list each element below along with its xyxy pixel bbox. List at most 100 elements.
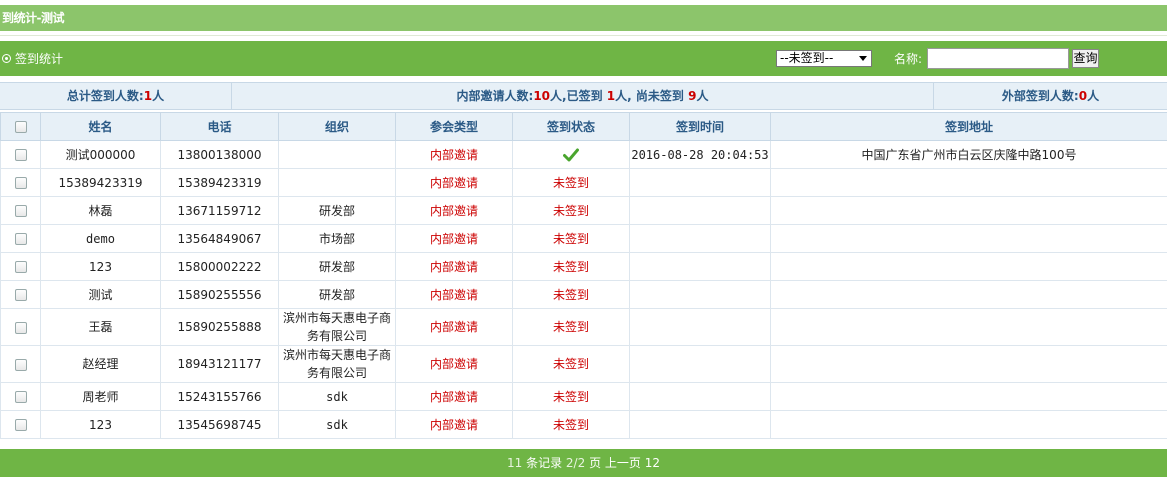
total-signin-summary: 总计签到人数:1人: [0, 83, 232, 109]
table-row: 15389423319 15389423319 内部邀请 未签到: [0, 168, 1167, 197]
records-label: 条记录: [526, 456, 563, 470]
cell-phone: 15890255556: [160, 280, 279, 309]
row-checkbox[interactable]: [14, 177, 27, 189]
cell-phone: 15890255888: [160, 308, 279, 346]
cell-phone: 13800138000: [160, 140, 279, 169]
cell-type: 内部邀请: [395, 140, 513, 169]
cell-type: 内部邀请: [395, 224, 513, 253]
cell-type: 内部邀请: [395, 308, 513, 346]
cell-type: 内部邀请: [395, 168, 513, 197]
external-count: 0: [1078, 89, 1088, 103]
pagination-bar: 11 条记录 2/2 页 上一页 12: [0, 449, 1167, 477]
table-row: 测试 15890255556 研发部 内部邀请 未签到: [0, 280, 1167, 309]
cell-phone: 18943121177: [160, 345, 279, 383]
cell-org: [278, 168, 396, 197]
column-header-phone: 电话: [160, 112, 279, 141]
table-row: 123 15800002222 研发部 内部邀请 未签到: [0, 252, 1167, 281]
cell-address: [770, 382, 1167, 411]
table-row: 123 13545698745 sdk 内部邀请 未签到: [0, 410, 1167, 439]
name-input[interactable]: [927, 48, 1069, 69]
table-row: 测试000000 13800138000 内部邀请 2016-08-28 20:…: [0, 140, 1167, 169]
column-header-address: 签到地址: [770, 112, 1167, 141]
cell-org: 滨州市每天惠电子商务有限公司: [278, 308, 396, 346]
signin-table: 姓名 电话 组织 参会类型 签到状态 签到时间 签到地址 测试000000 13…: [0, 112, 1167, 439]
column-header-status: 签到状态: [512, 112, 630, 141]
page-current-2: 2: [652, 456, 661, 470]
signed-count: 1: [606, 89, 616, 103]
cell-time: [629, 252, 771, 281]
row-checkbox[interactable]: [14, 391, 27, 403]
cell-time: [629, 308, 771, 346]
cell-status: [512, 140, 630, 169]
name-label: 名称:: [894, 52, 923, 66]
table-row: 周老师 15243155766 sdk 内部邀请 未签到: [0, 382, 1167, 411]
table-row: 林磊 13671159712 研发部 内部邀请 未签到: [0, 196, 1167, 225]
cell-name: 赵经理: [40, 345, 161, 383]
cell-org: [278, 140, 396, 169]
page-info: 2/2: [565, 456, 586, 470]
row-checkbox[interactable]: [14, 419, 27, 431]
row-checkbox[interactable]: [14, 233, 27, 245]
table-row: 王磊 15890255888 滨州市每天惠电子商务有限公司 内部邀请 未签到: [0, 308, 1167, 346]
cell-status: 未签到: [512, 308, 630, 346]
cell-name: 123: [40, 410, 161, 439]
cell-address: [770, 252, 1167, 281]
cell-address: 中国广东省广州市白云区庆隆中路100号: [770, 140, 1167, 169]
table-header-row: 姓名 电话 组织 参会类型 签到状态 签到时间 签到地址: [0, 112, 1167, 141]
cell-org: 滨州市每天惠电子商务有限公司: [278, 345, 396, 383]
cell-address: [770, 280, 1167, 309]
cell-phone: 13564849067: [160, 224, 279, 253]
section-label-text: 签到统计: [15, 52, 64, 66]
cell-name: 林磊: [40, 196, 161, 225]
cell-status: 未签到: [512, 168, 630, 197]
cell-name: demo: [40, 224, 161, 253]
cell-status: 未签到: [512, 410, 630, 439]
column-header-name: 姓名: [40, 112, 161, 141]
cell-time: [629, 345, 771, 383]
cell-status: 未签到: [512, 280, 630, 309]
cell-type: 内部邀请: [395, 382, 513, 411]
title-bar: 到统计-测试: [0, 0, 1167, 36]
cell-address: [770, 168, 1167, 197]
cell-phone: 15800002222: [160, 252, 279, 281]
row-checkbox[interactable]: [14, 289, 27, 301]
cell-name: 测试: [40, 280, 161, 309]
row-checkbox[interactable]: [14, 261, 27, 273]
cell-org: sdk: [278, 382, 396, 411]
status-select[interactable]: --未签到--: [776, 50, 872, 67]
row-checkbox[interactable]: [14, 358, 27, 371]
select-all-cell: [0, 112, 41, 141]
cell-phone: 15389423319: [160, 168, 279, 197]
cell-org: 研发部: [278, 196, 396, 225]
toolbar: 签到统计 --未签到-- 名称: 查询: [0, 41, 1167, 76]
cell-phone: 13545698745: [160, 410, 279, 439]
select-all-checkbox[interactable]: [14, 121, 27, 133]
cell-type: 内部邀请: [395, 252, 513, 281]
cell-name: 123: [40, 252, 161, 281]
row-checkbox[interactable]: [14, 149, 27, 161]
cell-type: 内部邀请: [395, 280, 513, 309]
row-checkbox[interactable]: [14, 205, 27, 217]
cell-status: 未签到: [512, 196, 630, 225]
search-button[interactable]: 查询: [1072, 49, 1099, 68]
table-row: 赵经理 18943121177 滨州市每天惠电子商务有限公司 内部邀请 未签到: [0, 345, 1167, 383]
internal-count: 10: [533, 89, 551, 103]
cell-address: [770, 224, 1167, 253]
cell-phone: 13671159712: [160, 196, 279, 225]
cell-name: 王磊: [40, 308, 161, 346]
cell-phone: 15243155766: [160, 382, 279, 411]
checkmark-icon: [563, 148, 579, 162]
section-label: 签到统计: [2, 51, 63, 67]
summary-bar: 总计签到人数:1人 内部邀请人数:10人,已签到 1人, 尚未签到 9人 外部签…: [0, 82, 1167, 110]
page-title: 到统计-测试: [0, 5, 1167, 31]
chevron-down-icon: [859, 56, 867, 61]
cell-time: 2016-08-28 20:04:53: [629, 140, 771, 169]
prev-page-link[interactable]: 上一页: [605, 456, 641, 470]
internal-invite-summary: 内部邀请人数:10人,已签到 1人, 尚未签到 9人: [232, 83, 934, 109]
table-row: demo 13564849067 市场部 内部邀请 未签到: [0, 224, 1167, 253]
row-checkbox[interactable]: [14, 321, 27, 334]
cell-org: 研发部: [278, 252, 396, 281]
page-label: 页: [589, 456, 602, 470]
cell-status: 未签到: [512, 382, 630, 411]
cell-time: [629, 410, 771, 439]
